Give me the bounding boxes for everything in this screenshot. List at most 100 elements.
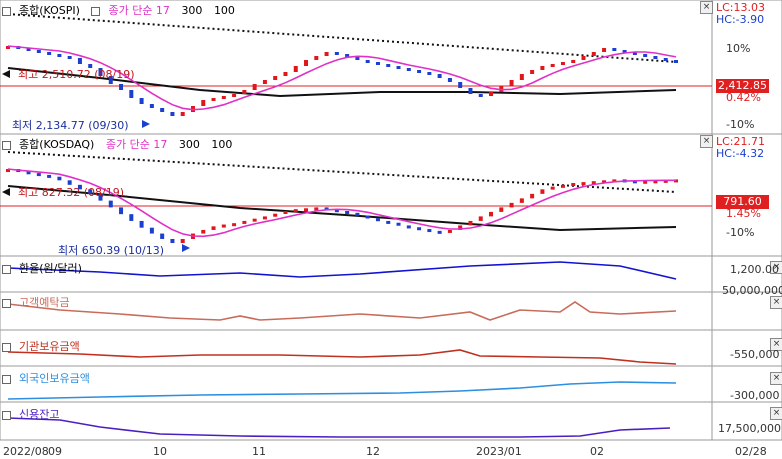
candle bbox=[550, 186, 555, 190]
candle bbox=[560, 62, 565, 65]
candle bbox=[468, 220, 473, 226]
candle bbox=[396, 222, 401, 226]
candle bbox=[47, 174, 52, 178]
deposit-tick: 50,000,000 bbox=[722, 284, 782, 297]
candle bbox=[581, 182, 586, 186]
candle bbox=[180, 112, 185, 116]
candle bbox=[201, 229, 206, 234]
kosdaq-close-icon[interactable]: × bbox=[700, 135, 713, 148]
pane-menu-icon[interactable] bbox=[2, 342, 11, 352]
x-tick-11: 11 bbox=[252, 445, 266, 458]
foreign-pane-title: 외국인보유금액 bbox=[2, 370, 98, 386]
foreign-close-icon[interactable]: × bbox=[770, 372, 782, 385]
candle bbox=[674, 60, 678, 63]
kospi-tick-neg10: -10% bbox=[726, 118, 755, 131]
candle bbox=[571, 60, 576, 63]
kospi-close-icon[interactable]: × bbox=[700, 1, 713, 14]
candle bbox=[571, 183, 576, 187]
pane-menu-icon[interactable] bbox=[2, 140, 11, 150]
x-tick-2022-08: 2022/08 bbox=[3, 445, 49, 458]
candle bbox=[57, 54, 62, 57]
inst-title: 기관보유금액 bbox=[19, 340, 80, 353]
deposit-pane-title: 고객예탁금 bbox=[2, 294, 78, 310]
candle bbox=[478, 94, 483, 97]
candle bbox=[242, 90, 247, 94]
kospi-param-100: 100 bbox=[213, 4, 235, 17]
candle bbox=[139, 220, 144, 228]
candle bbox=[540, 66, 545, 70]
candle bbox=[67, 56, 72, 59]
pane-menu-icon[interactable] bbox=[2, 6, 11, 16]
x-tick-10: 10 bbox=[153, 445, 167, 458]
pane-menu-icon[interactable] bbox=[2, 298, 11, 308]
candle bbox=[355, 212, 360, 216]
foreign-title: 외국인보유금액 bbox=[19, 372, 90, 385]
pane-menu-icon[interactable] bbox=[2, 410, 11, 420]
kospi-ma-label: 종가 단순 17 bbox=[108, 4, 170, 17]
kosdaq-pct-tag: 1.45% bbox=[726, 207, 761, 220]
deposit-close-icon[interactable]: × bbox=[770, 296, 782, 309]
candle bbox=[602, 48, 607, 52]
candle bbox=[314, 56, 319, 60]
candle bbox=[334, 52, 339, 55]
candle bbox=[232, 94, 237, 97]
kosdaq-high-label: 최고 827.32 (08/19) bbox=[18, 186, 125, 199]
deposit-title: 고객예탁금 bbox=[19, 296, 70, 309]
candle bbox=[375, 62, 380, 65]
candle bbox=[36, 50, 41, 53]
candle bbox=[252, 218, 257, 222]
kospi-low-label: 최저 2,134.77 (09/30) bbox=[12, 119, 129, 132]
fx-title: 환율(원/달러) bbox=[19, 262, 82, 275]
candle bbox=[427, 72, 432, 75]
x-tick-12: 12 bbox=[366, 445, 380, 458]
candle bbox=[139, 98, 144, 104]
credit-title: 신용잔고 bbox=[19, 408, 60, 421]
candle bbox=[519, 198, 524, 203]
candle bbox=[509, 80, 514, 86]
pane-frame bbox=[0, 291, 713, 331]
kospi-high-label: 최고 2,510.72 (08/19) bbox=[18, 68, 135, 81]
candle bbox=[119, 207, 124, 215]
candle bbox=[129, 90, 134, 98]
candle bbox=[283, 210, 288, 214]
candle bbox=[653, 56, 658, 59]
candle bbox=[129, 214, 134, 221]
candle bbox=[417, 70, 422, 73]
kosdaq-param-100: 100 bbox=[211, 138, 233, 151]
kospi-tick-10: 10% bbox=[726, 42, 751, 55]
candle bbox=[365, 215, 370, 219]
candle bbox=[468, 88, 473, 94]
kospi-pane-title: 종합(KOSPI) 종가 단순 17 300 100 bbox=[2, 2, 243, 18]
candle bbox=[396, 66, 401, 69]
candle bbox=[160, 233, 165, 239]
pane-frame bbox=[0, 401, 713, 441]
candle bbox=[560, 184, 565, 188]
kosdaq-param-300: 300 bbox=[178, 138, 200, 151]
kosdaq-title: 종합(KOSDAQ) bbox=[19, 138, 95, 151]
candle bbox=[386, 220, 391, 224]
candle bbox=[324, 52, 329, 56]
candle bbox=[57, 176, 62, 181]
candle bbox=[201, 100, 206, 106]
credit-close-icon[interactable]: × bbox=[770, 407, 782, 420]
candle bbox=[437, 230, 442, 234]
candle bbox=[489, 92, 494, 96]
kospi-hc: HC:-3.90 bbox=[716, 13, 765, 26]
candle bbox=[119, 84, 124, 90]
candle bbox=[530, 193, 535, 199]
candle bbox=[77, 58, 82, 64]
candle bbox=[160, 108, 165, 112]
pane-menu-icon[interactable] bbox=[2, 264, 11, 274]
pane-frame bbox=[0, 329, 713, 367]
candle bbox=[36, 173, 41, 177]
candle bbox=[262, 80, 267, 84]
kosdaq-hc: HC:-4.32 bbox=[716, 147, 765, 160]
candle bbox=[499, 207, 504, 212]
pane-menu-icon[interactable] bbox=[2, 374, 11, 384]
candle bbox=[478, 216, 483, 221]
candle bbox=[489, 211, 494, 217]
ma-settings-icon[interactable] bbox=[91, 6, 101, 16]
candle bbox=[509, 202, 514, 208]
candle bbox=[283, 72, 288, 76]
fx-tick: 1,200.00 bbox=[730, 263, 779, 276]
